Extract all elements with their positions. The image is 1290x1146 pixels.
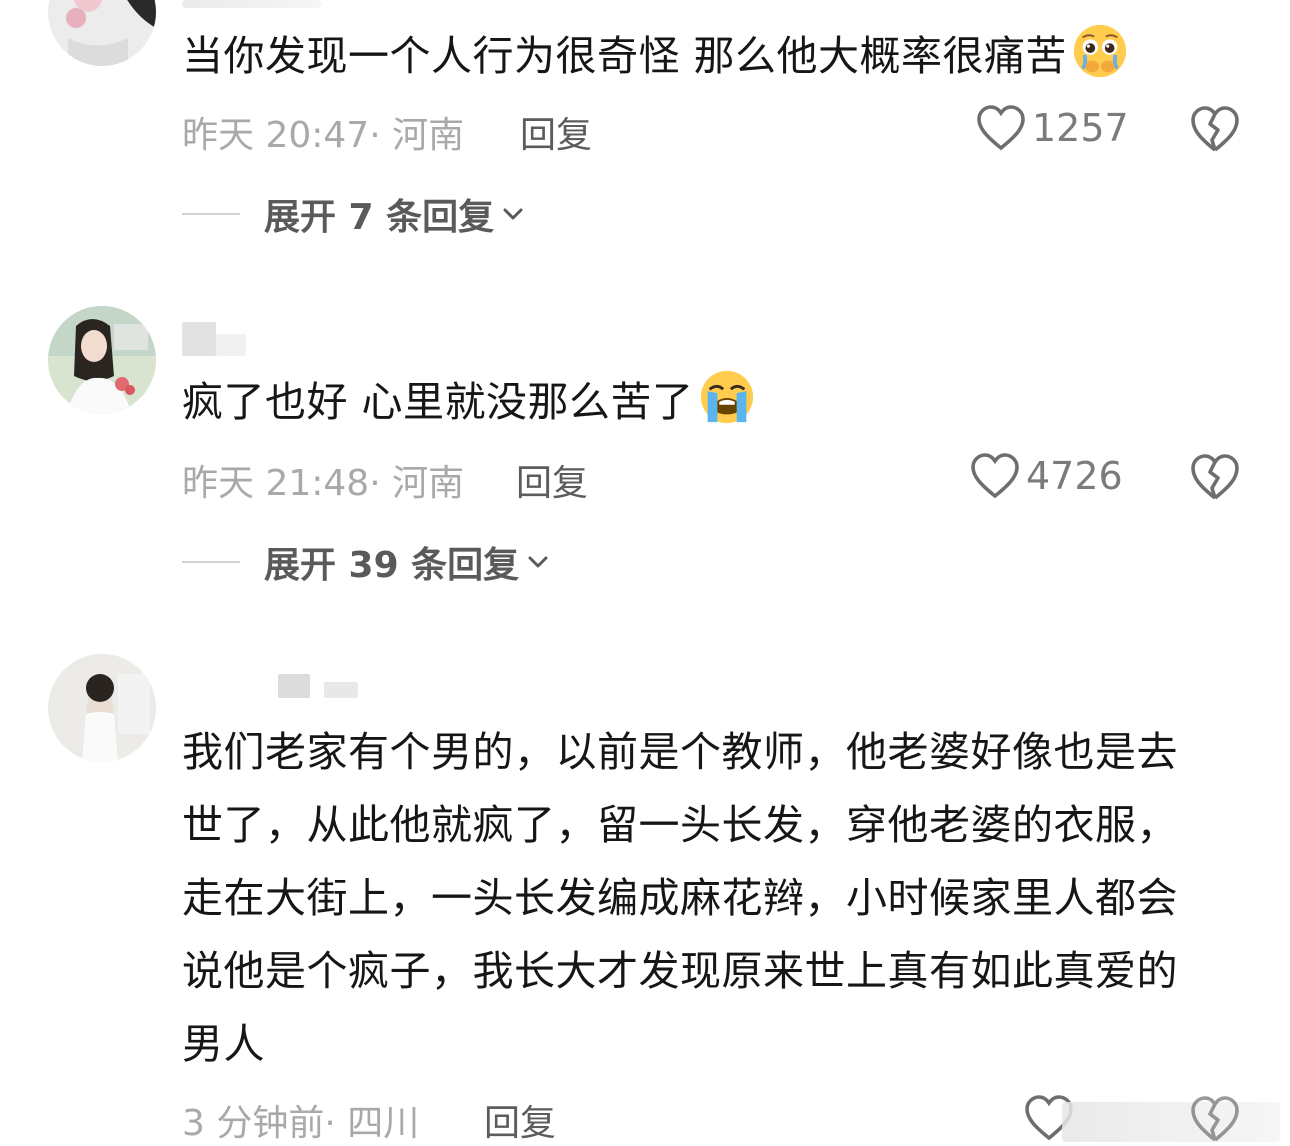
comment-location: · 四川 xyxy=(324,1103,420,1144)
username-blur xyxy=(216,334,246,356)
username-blur xyxy=(278,674,310,698)
reply-button[interactable]: 回复 xyxy=(484,1094,556,1146)
username-obscured xyxy=(182,0,322,8)
avatar[interactable] xyxy=(48,654,156,762)
like-count: 1257 xyxy=(1032,106,1129,150)
comment-meta: 昨天 21:48· 河南 xyxy=(182,454,464,506)
expand-replies-label: 展开 7 条回复 xyxy=(264,197,495,238)
comment-text-line: 男人 xyxy=(182,1020,265,1068)
broken-heart-icon[interactable] xyxy=(1190,1094,1240,1144)
comment-text-line: 世了，从此他就疯了，留一头长发，穿他老婆的衣服， xyxy=(182,801,1178,849)
heart-outline-icon xyxy=(971,453,1019,499)
like-count: 4726 xyxy=(1026,454,1123,498)
expand-replies-label: 展开 39 条回复 xyxy=(264,545,520,586)
reply-button[interactable]: 回复 xyxy=(516,454,588,506)
comment-text-content: 疯了也好 心里就没那么苦了 xyxy=(182,378,694,426)
avatar-image xyxy=(48,654,156,762)
avatar[interactable] xyxy=(48,306,156,414)
reply-button[interactable]: 回复 xyxy=(520,106,592,158)
avatar-image xyxy=(48,0,156,66)
comment-time: 3 分钟前 xyxy=(182,1103,325,1144)
comment-text-line: 说他是个疯子，我长大才发现原来世上真有如此真爱的 xyxy=(182,947,1178,995)
comment-text-line: 我们老家有个男的，以前是个教师，他老婆好像也是去 xyxy=(182,728,1178,776)
username-obscured xyxy=(182,322,246,360)
expand-replies[interactable]: 展开 7 条回复 xyxy=(182,188,526,240)
divider-line xyxy=(182,213,240,215)
expand-replies[interactable]: 展开 39 条回复 xyxy=(182,536,551,588)
comment-text-line: 走在大街上，一头长发编成麻花辫，小时候家里人都会 xyxy=(182,874,1178,922)
like-button[interactable]: 4726 xyxy=(970,452,1123,500)
comment-time: 昨天 21:48 xyxy=(182,463,370,504)
broken-heart-icon[interactable] xyxy=(1190,452,1240,502)
chevron-down-icon xyxy=(503,208,523,220)
comment-time: 昨天 20:47 xyxy=(182,115,370,156)
avatar-image xyxy=(48,306,156,414)
comment-meta: 昨天 20:47· 河南 xyxy=(182,106,464,158)
comment-text: 我们老家有个男的，以前是个教师，他老婆好像也是去 世了，从此他就疯了，留一头长发… xyxy=(182,716,1252,1081)
chevron-down-icon xyxy=(528,556,548,568)
pleading-crying-face-icon xyxy=(1073,24,1127,78)
broken-heart-icon[interactable] xyxy=(1190,104,1240,154)
comment-text: 当你发现一个人行为很奇怪 那么他大概率很痛苦 xyxy=(182,20,1252,93)
heart-outline-icon xyxy=(977,105,1025,151)
comment-location: · 河南 xyxy=(369,115,465,156)
avatar[interactable] xyxy=(48,0,156,66)
divider-line xyxy=(182,561,240,563)
username-blur xyxy=(182,322,216,356)
comment-location: · 河南 xyxy=(369,463,465,504)
comment-text: 疯了也好 心里就没那么苦了 xyxy=(182,366,1252,439)
comment-text-content: 当你发现一个人行为很奇怪 那么他大概率很痛苦 xyxy=(182,32,1068,80)
username-blur xyxy=(324,682,358,698)
like-count-obscured xyxy=(1062,1102,1280,1142)
comment-meta: 3 分钟前· 四川 xyxy=(182,1094,419,1146)
username-obscured xyxy=(278,674,358,702)
loudly-crying-face-icon xyxy=(700,370,753,424)
like-button[interactable]: 1257 xyxy=(976,104,1129,152)
